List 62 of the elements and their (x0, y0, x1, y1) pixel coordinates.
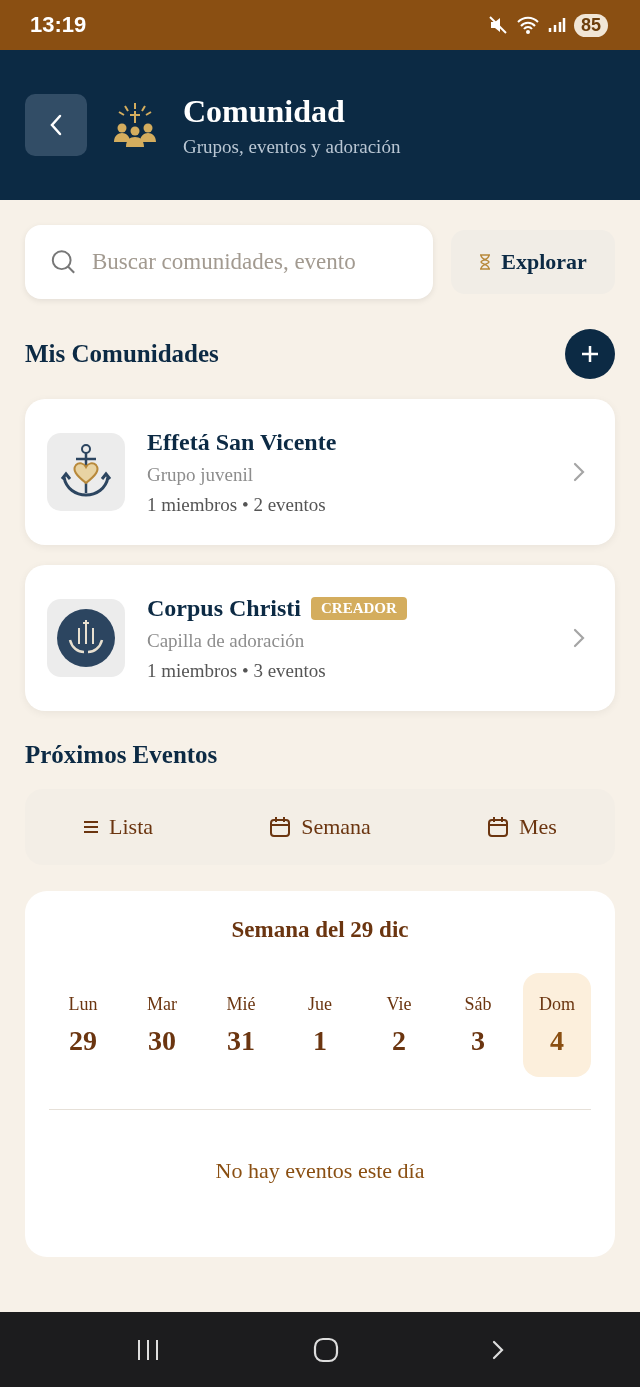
day-number: 31 (227, 1024, 255, 1057)
calendar-icon (487, 816, 509, 838)
day-cell[interactable]: Dom 4 (523, 973, 591, 1077)
community-type: Capilla de adoración (147, 629, 306, 652)
hourglass-icon (479, 254, 492, 270)
empty-message: No hay eventos este día (215, 1158, 425, 1184)
community-type: Grupo juvenil (147, 463, 255, 486)
day-name: Vie (386, 993, 412, 1015)
day-number: 2 (392, 1024, 406, 1057)
recent-apps-icon[interactable] (136, 1338, 161, 1361)
day-name: Dom (539, 993, 575, 1015)
day-number: 1 (313, 1024, 327, 1057)
community-name: Effetá San Vicente (147, 428, 337, 456)
community-stats: 1 miembros • 3 eventos (147, 659, 327, 682)
home-icon[interactable] (313, 1336, 339, 1363)
day-number: 30 (148, 1024, 176, 1057)
day-name: Jue (308, 993, 332, 1015)
list-icon (83, 820, 100, 834)
chevron-right-icon (573, 462, 585, 482)
signal-icon (547, 16, 566, 34)
search-field[interactable]: Buscar comunidades, evento (25, 225, 433, 299)
plus-icon (580, 344, 600, 364)
calendar-icon (269, 816, 292, 838)
day-number: 4 (550, 1024, 564, 1057)
chevron-right-icon (573, 628, 585, 648)
day-name: Lun (68, 993, 98, 1015)
day-number: 29 (69, 1024, 97, 1057)
back-icon (49, 114, 63, 136)
candles-hands-icon (56, 608, 116, 668)
day-number: 3 (471, 1024, 485, 1057)
mute-icon (487, 15, 508, 35)
community-stats: 1 miembros • 2 eventos (147, 493, 327, 516)
community-cross-icon (113, 102, 157, 148)
role-badge: CREADOR (311, 596, 407, 620)
wifi-icon (515, 15, 540, 35)
search-input[interactable]: Buscar comunidades, evento (89, 248, 411, 276)
community-card[interactable]: Effetá San Vicente Grupo juvenil 1 miembros • 2 eventos (25, 399, 615, 545)
back-nav-icon (491, 1339, 504, 1360)
battery-level: 85 (573, 13, 608, 37)
week-title: Semana del 29 dic (231, 917, 409, 943)
day-cell[interactable]: Mié 31 (207, 973, 275, 1077)
day-cell[interactable]: Mar 30 (128, 973, 196, 1077)
community-card[interactable]: Corpus Christi CREADOR Capilla de adoración 1 miembros • 3 eventos (25, 565, 615, 711)
page-subtitle: Grupos, eventos y adoración (183, 135, 401, 158)
day-cell[interactable]: Vie 2 (365, 973, 433, 1077)
day-cell[interactable]: Lun 29 (49, 973, 117, 1077)
search-icon (51, 248, 76, 276)
section-title: Próximos Eventos (25, 741, 218, 769)
add-button[interactable] (565, 329, 615, 379)
view-tab[interactable]: Semana (255, 806, 385, 848)
explore-button[interactable]: Explorar (451, 230, 615, 294)
day-name: Mié (226, 993, 256, 1015)
day-cell[interactable]: Sáb 3 (444, 973, 512, 1077)
day-cell[interactable]: Jue 1 (286, 973, 354, 1077)
community-name: Corpus Christi (147, 594, 302, 622)
status-time: 13:19 (30, 12, 87, 38)
day-name: Mar (147, 993, 177, 1015)
section-title: Mis Comunidades (25, 340, 219, 368)
view-tab[interactable]: Mes (473, 806, 571, 848)
page-title: Comunidad (183, 92, 346, 130)
view-tab[interactable]: Lista (69, 806, 168, 848)
day-name: Sáb (464, 993, 492, 1015)
